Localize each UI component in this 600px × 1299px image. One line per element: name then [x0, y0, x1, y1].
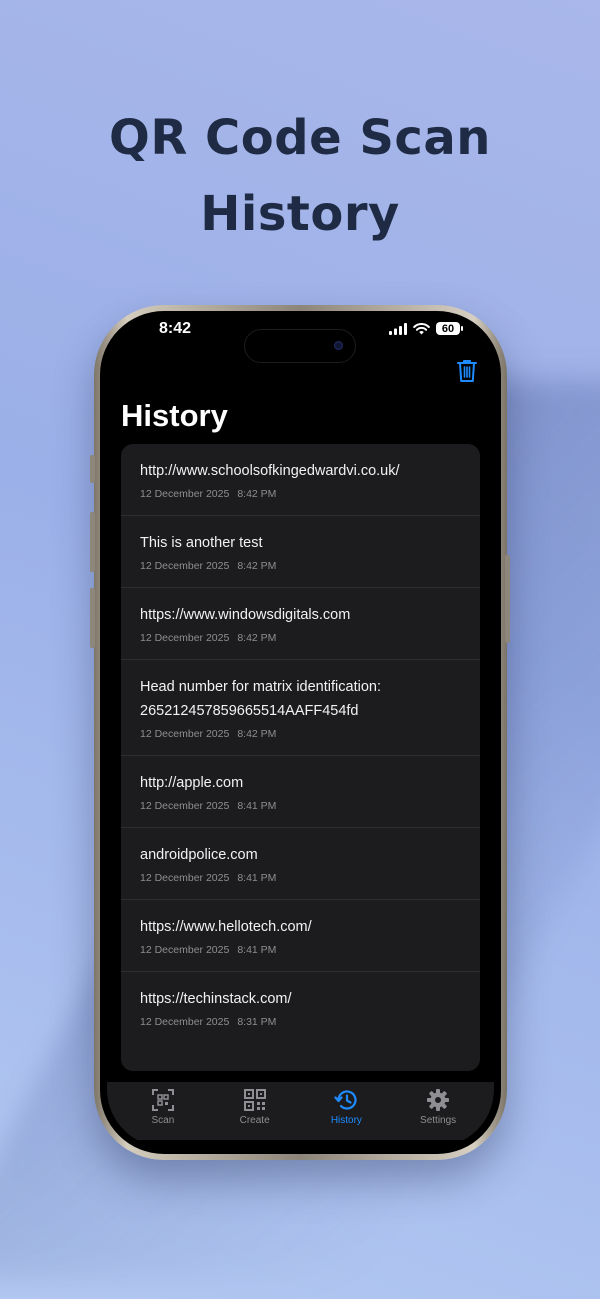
status-icons: 60	[389, 322, 463, 335]
tab-label: History	[330, 1115, 362, 1126]
history-row-text: This is another test	[140, 535, 263, 551]
history-row-time: 8:42 PM	[237, 632, 277, 644]
battery-level: 60	[441, 322, 455, 335]
history-row-meta: 12 December 2025 8:41 PM	[140, 795, 480, 827]
history-row-text: https://www.windowsdigitals.com	[140, 607, 351, 623]
history-row-meta: 12 December 2025 8:31 PM	[140, 1011, 480, 1043]
history-row-meta: 12 December 2025 8:41 PM	[140, 867, 480, 899]
history-row-date: 12 December 2025	[140, 800, 230, 812]
trash-icon[interactable]	[456, 358, 478, 384]
history-row-meta: 12 December 2025 8:42 PM	[140, 627, 480, 659]
wifi-icon	[413, 322, 430, 334]
volume-down-button	[90, 588, 95, 648]
tab-settings[interactable]: Settings	[398, 1082, 478, 1140]
history-row-time: 8:41 PM	[237, 872, 277, 884]
history-row[interactable]: androidpolice.com 12 December 2025 8:41 P…	[121, 828, 480, 900]
front-camera	[334, 341, 343, 350]
tab-bar: Scan Create History Settings	[107, 1082, 494, 1140]
history-row-meta: 12 December 2025 8:42 PM	[140, 555, 480, 587]
tab-label: Create	[239, 1115, 270, 1126]
history-row-text-line2: 265212457859665514AAFF454fd	[140, 703, 359, 719]
history-row-time: 8:41 PM	[237, 800, 277, 812]
history-row[interactable]: This is another test 12 December 2025 8:4…	[121, 516, 480, 588]
history-row-text-line1: Head number for matrix identification:	[140, 679, 381, 695]
history-row[interactable]: https://techinstack.com/ 12 December 202…	[121, 972, 480, 1043]
promo-headline-line1: QR Code Scan	[109, 110, 491, 166]
power-button	[505, 555, 510, 643]
history-row-time: 8:42 PM	[237, 560, 277, 572]
history-row-time: 8:42 PM	[237, 488, 277, 500]
tab-label: Scan	[151, 1115, 175, 1126]
history-row-date: 12 December 2025	[140, 1016, 230, 1028]
history-row-text: http://apple.com	[140, 775, 244, 791]
page-title: History	[121, 398, 228, 433]
promo-headline: QR Code Scan History	[0, 100, 600, 252]
history-row-text: Head number for matrix identification: 2…	[140, 660, 480, 723]
history-row-text: http://www.schoolsofkingedwardvi.co.uk/	[140, 463, 400, 479]
volume-up-button	[90, 512, 95, 572]
history-row[interactable]: http://apple.com 12 December 2025 8:41 PM	[121, 756, 480, 828]
history-row-meta: 12 December 2025 8:42 PM	[140, 723, 480, 755]
phone-screen: 8:42 60 History http://www.schoolsofking…	[107, 318, 494, 1147]
tab-history[interactable]: History	[306, 1082, 386, 1140]
scan-icon	[151, 1089, 174, 1111]
qr-code-icon	[243, 1089, 266, 1111]
history-row[interactable]: https://www.hellotech.com/ 12 December 2…	[121, 900, 480, 972]
promo-headline-line2: History	[200, 186, 400, 242]
history-row-text: https://techinstack.com/	[140, 991, 292, 1007]
history-row-time: 8:31 PM	[237, 1016, 277, 1028]
history-row-time: 8:41 PM	[237, 944, 277, 956]
history-row-date: 12 December 2025	[140, 560, 230, 572]
battery-indicator: 60	[436, 322, 463, 335]
history-row-date: 12 December 2025	[140, 944, 230, 956]
history-row-date: 12 December 2025	[140, 488, 230, 500]
history-icon	[334, 1090, 357, 1110]
cellular-signal-icon	[389, 322, 407, 335]
history-row-time: 8:42 PM	[237, 728, 277, 740]
dynamic-island	[244, 329, 356, 363]
history-list: http://www.schoolsofkingedwardvi.co.uk/ …	[121, 444, 480, 1071]
tab-label: Settings	[420, 1115, 457, 1126]
tab-scan[interactable]: Scan	[123, 1082, 203, 1140]
gear-icon	[427, 1089, 450, 1111]
history-row-meta: 12 December 2025 8:42 PM	[140, 483, 480, 515]
history-row-date: 12 December 2025	[140, 872, 230, 884]
history-row[interactable]: Head number for matrix identification: 2…	[121, 660, 480, 756]
history-row[interactable]: http://www.schoolsofkingedwardvi.co.uk/ …	[121, 444, 480, 516]
history-row[interactable]: https://www.windowsdigitals.com 12 Decem…	[121, 588, 480, 660]
history-row-date: 12 December 2025	[140, 632, 230, 644]
history-row-text: https://www.hellotech.com/	[140, 919, 312, 935]
action-button	[90, 455, 95, 483]
history-row-text: androidpolice.com	[140, 847, 258, 863]
status-time: 8:42	[159, 320, 192, 337]
history-row-date: 12 December 2025	[140, 728, 230, 740]
history-row-meta: 12 December 2025 8:41 PM	[140, 939, 480, 971]
tab-create[interactable]: Create	[215, 1082, 295, 1140]
